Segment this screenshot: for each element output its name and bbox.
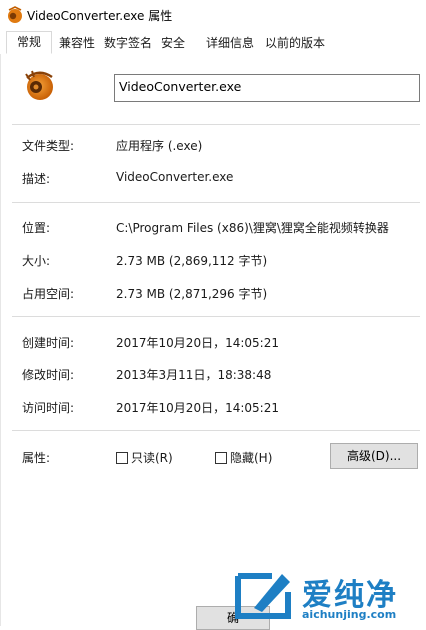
description-label: 描述:: [22, 172, 51, 186]
file-name-input[interactable]: VideoConverter.exe: [114, 74, 420, 102]
tab-previous-versions[interactable]: 以前的版本: [260, 33, 330, 53]
created-label: 创建时间:: [22, 336, 75, 350]
divider: [12, 316, 420, 317]
size-value: 2.73 MB (2,869,112 字节): [116, 254, 268, 268]
watermark-logo-icon: [235, 573, 291, 619]
modified-value: 2013年3月11日，18:38:48: [116, 368, 272, 382]
hidden-checkbox-label: 隐藏(H): [230, 451, 273, 465]
file-type-value: 应用程序 (.exe): [116, 139, 203, 153]
readonly-checkbox-label: 只读(R): [131, 451, 173, 465]
watermark: 爱纯净 aichunjing.com: [232, 566, 426, 626]
modified-label: 修改时间:: [22, 368, 75, 382]
divider: [12, 430, 420, 431]
title-bar: VideoConverter.exe 属性: [0, 0, 426, 30]
tab-compatibility[interactable]: 兼容性: [54, 33, 100, 53]
tab-digital-signatures[interactable]: 数字签名: [100, 33, 156, 53]
hidden-checkbox[interactable]: 隐藏(H): [215, 449, 272, 466]
readonly-checkbox[interactable]: 只读(R): [116, 449, 173, 466]
hidden-checkbox-box[interactable]: [215, 451, 227, 464]
video-converter-icon: [25, 70, 53, 100]
created-value: 2017年10月20日，14:05:21: [116, 336, 279, 350]
accessed-label: 访问时间:: [22, 401, 75, 415]
tab-general[interactable]: 常规: [6, 31, 52, 54]
tab-security[interactable]: 安全: [156, 33, 190, 53]
readonly-checkbox-box[interactable]: [116, 451, 128, 464]
size-on-disk-value: 2.73 MB (2,871,296 字节): [116, 287, 268, 301]
location-label: 位置:: [22, 221, 51, 235]
file-type-label: 文件类型:: [22, 139, 75, 153]
accessed-value: 2017年10月20日，14:05:21: [116, 401, 279, 415]
divider: [12, 202, 420, 203]
size-label: 大小:: [22, 254, 51, 268]
divider: [12, 124, 420, 125]
size-on-disk-label: 占用空间:: [22, 287, 75, 301]
watermark-url: aichunjing.com: [302, 608, 397, 621]
app-icon-small: [8, 6, 22, 23]
tab-details[interactable]: 详细信息: [200, 33, 260, 53]
tab-strip: 常规 兼容性 数字签名 安全 详细信息 以前的版本: [0, 31, 426, 55]
description-value: VideoConverter.exe: [116, 170, 234, 184]
advanced-button[interactable]: 高级(D)...: [330, 443, 418, 469]
attributes-label: 属性:: [22, 451, 51, 465]
location-value: C:\Program Files (x86)\狸窝\狸窝全能视频转换器: [116, 221, 389, 235]
window-title: VideoConverter.exe 属性: [27, 9, 173, 23]
